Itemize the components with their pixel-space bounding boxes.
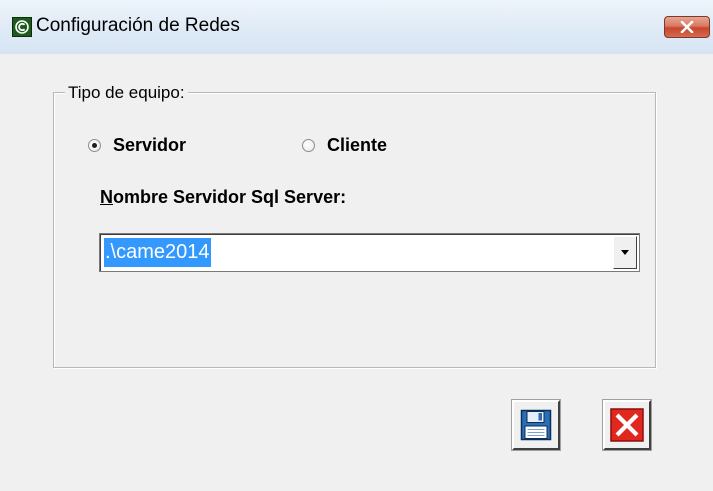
close-button[interactable]	[664, 16, 710, 38]
radio-servidor[interactable]: Servidor	[88, 135, 186, 156]
server-label-text: ombre Servidor Sql Server:	[113, 187, 347, 207]
red-x-icon	[610, 408, 644, 442]
server-name-label: Nombre Servidor Sql Server:	[100, 187, 346, 208]
close-icon	[680, 21, 694, 33]
radio-servidor-indicator[interactable]	[88, 139, 101, 152]
c-logo-icon	[12, 17, 32, 37]
combobox-dropdown-button[interactable]	[613, 236, 637, 269]
radio-cliente[interactable]: Cliente	[302, 135, 387, 156]
equipment-type-groupbox	[53, 92, 656, 368]
radio-servidor-label[interactable]: Servidor	[113, 135, 186, 156]
chevron-down-icon	[621, 249, 629, 255]
floppy-disk-icon	[520, 409, 552, 441]
server-combobox-value[interactable]: .\came2014	[104, 238, 211, 267]
save-button[interactable]	[511, 399, 561, 451]
radio-cliente-indicator[interactable]	[302, 139, 315, 152]
radio-cliente-label[interactable]: Cliente	[327, 135, 387, 156]
config-window: Configuración de Redes Tipo de equipo: S…	[0, 0, 713, 491]
server-label-mnemonic: N	[100, 187, 113, 207]
title-bar[interactable]: Configuración de Redes	[0, 0, 713, 54]
cancel-button[interactable]	[602, 399, 652, 451]
window-title: Configuración de Redes	[36, 15, 240, 36]
groupbox-legend: Tipo de equipo:	[65, 83, 188, 103]
server-combobox[interactable]: .\came2014	[99, 233, 640, 272]
